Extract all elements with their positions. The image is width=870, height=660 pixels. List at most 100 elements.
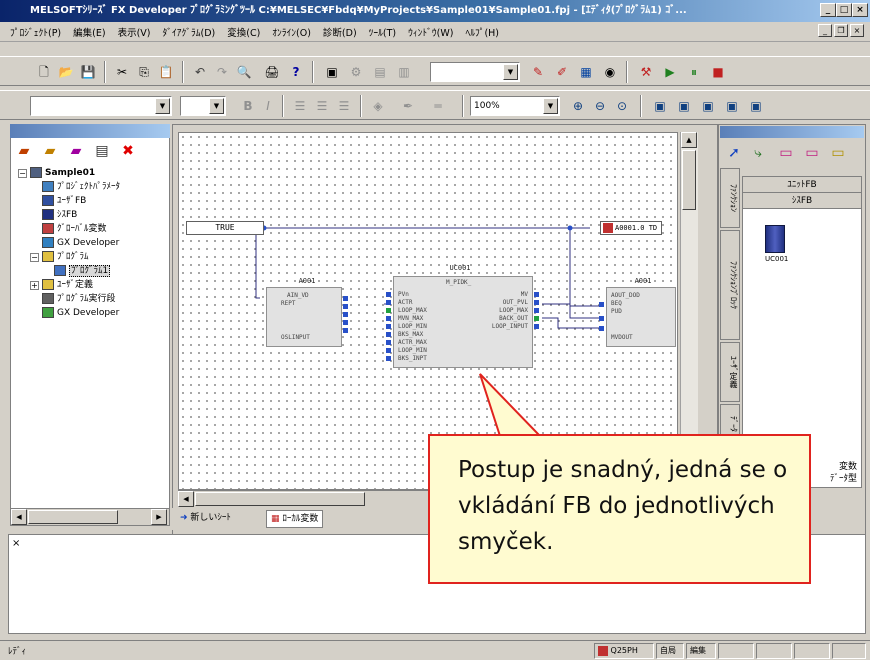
tree-item-gx-developer-2[interactable]: GX Developer (18, 306, 168, 320)
scroll-thumb[interactable] (28, 510, 118, 524)
redo-icon[interactable]: ↷ (212, 62, 232, 82)
align-left-icon[interactable]: ☰ (290, 96, 310, 116)
zoom-fit-icon[interactable]: ⊙ (612, 96, 632, 116)
collapse-icon[interactable]: − (18, 169, 27, 178)
device-combo[interactable]: ▼ (430, 62, 520, 82)
mdi-minimize-button[interactable]: _ (818, 24, 832, 37)
window-cascade-icon[interactable]: ▣ (674, 96, 694, 116)
scroll-thumb[interactable] (682, 150, 696, 210)
mdi-close-button[interactable]: × (850, 24, 864, 37)
verify-icon[interactable]: ▦ (576, 62, 596, 82)
scroll-up-icon[interactable]: ▲ (681, 132, 697, 148)
compile-icon[interactable]: ⚙ (346, 62, 366, 82)
menu-help[interactable]: ﾍﾙﾌﾟ(H) (459, 25, 505, 39)
tree-item-program-exec[interactable]: ﾌﾟﾛｸﾞﾗﾑ実行段 (18, 292, 168, 306)
tree-item-project-params[interactable]: ﾌﾟﾛｼﾞｪｸﾄﾊﾟﾗﾒｰﾀ (18, 180, 168, 194)
window-list-icon[interactable]: ▣ (746, 96, 766, 116)
step-icon[interactable]: ▥ (394, 62, 414, 82)
new-fb-icon[interactable]: ▰ (66, 141, 86, 161)
tab-user-defined[interactable]: ﾕｰｻﾞ定義 (720, 342, 740, 402)
line-style-icon[interactable]: ═ (428, 96, 448, 116)
delete-icon[interactable]: ✖ (118, 141, 138, 161)
read-plc-icon[interactable]: ✐ (552, 62, 572, 82)
tab-data-types[interactable]: ﾃﾞｰﾀ型 (830, 473, 857, 485)
menu-diagram[interactable]: ﾀﾞｲｱｸﾞﾗﾑ(D) (157, 25, 222, 39)
output-close-icon[interactable]: × (12, 538, 20, 549)
zoom-combo[interactable]: 100% ▼ (470, 96, 560, 116)
scroll-thumb[interactable] (195, 492, 365, 506)
save-icon[interactable]: 💾 (78, 62, 98, 82)
start-icon[interactable]: ▶ (660, 62, 680, 82)
menu-diagnostics[interactable]: 診断(D) (317, 25, 363, 39)
italic-icon[interactable]: I (258, 96, 278, 116)
insert-var-icon[interactable]: ▭ (802, 144, 822, 162)
font-size-combo[interactable]: ▼ (180, 96, 226, 116)
copy-icon[interactable]: ⎘ (134, 62, 154, 82)
cut-icon[interactable]: ✂ (112, 62, 132, 82)
fb-block-left[interactable]: AIN_VD REPT OSLINPUT (266, 287, 342, 347)
project-hscroll[interactable]: ◀ ▶ (11, 508, 169, 525)
mdi-restore-button[interactable]: ❐ (834, 24, 848, 37)
expand-icon[interactable]: + (30, 281, 39, 290)
insert-fb-icon[interactable]: ▭ (776, 144, 796, 162)
undo-icon[interactable]: ↶ (190, 62, 210, 82)
fill-color-icon[interactable]: ◈ (368, 96, 388, 116)
write-plc-icon[interactable]: ✎ (528, 62, 548, 82)
zoom-out-icon[interactable]: ⊖ (590, 96, 610, 116)
tree-item-user-fb[interactable]: ﾕｰｻﾞFB (18, 194, 168, 208)
insert-comment-icon[interactable]: ▭ (828, 144, 848, 162)
zoom-in-icon[interactable]: ⊕ (568, 96, 588, 116)
open-folder-icon[interactable]: 📂 (56, 62, 76, 82)
new-folder-icon[interactable]: ▰ (40, 141, 60, 161)
true-constant[interactable]: TRUE (186, 221, 264, 235)
window-split-icon[interactable]: ▣ (698, 96, 718, 116)
menu-project[interactable]: ﾌﾟﾛｼﾞｪｸﾄ(P) (4, 25, 67, 39)
font-combo[interactable]: ▼ (30, 96, 172, 116)
line-color-icon[interactable]: ✒ (398, 96, 418, 116)
output-variable[interactable]: A0001.0 TD (600, 221, 662, 235)
minimize-button[interactable]: _ (820, 3, 836, 17)
maximize-button[interactable]: □ (836, 3, 852, 17)
scroll-left-icon[interactable]: ◀ (11, 509, 27, 525)
tab-local-vars[interactable]: ▦ ﾛｰｶﾙ変数 (266, 510, 324, 528)
new-program-icon[interactable]: ▰ (14, 141, 34, 161)
find-icon[interactable]: 🔍 (234, 62, 254, 82)
tab-new-sheet[interactable]: ➜ 新しいｼｰﾄ (176, 510, 235, 528)
scroll-right-icon[interactable]: ▶ (151, 509, 167, 525)
collapse-icon[interactable]: − (30, 253, 39, 262)
build-icon[interactable]: ▤ (370, 62, 390, 82)
tab-variables[interactable]: 変数 (830, 461, 857, 473)
tree-item-user-defined[interactable]: + ﾕｰｻﾞ定義 (18, 278, 168, 292)
paste-icon[interactable]: 📋 (156, 62, 176, 82)
library-header-system-fb[interactable]: ｼｽFB (743, 193, 861, 209)
tree-item-system-fb[interactable]: ｼｽFB (18, 208, 168, 222)
align-right-icon[interactable]: ☰ (334, 96, 354, 116)
help-icon[interactable]: ? (286, 62, 306, 82)
monitor-icon[interactable]: ▣ (322, 62, 342, 82)
tree-root[interactable]: − Sample01 (18, 166, 168, 180)
tree-item-programs[interactable]: − ﾌﾟﾛｸﾞﾗﾑ (18, 250, 168, 264)
select-pointer-icon[interactable]: ➚ (724, 144, 744, 162)
menu-window[interactable]: ｳｨﾝﾄﾞｳ(W) (402, 25, 459, 39)
fb-block-middle[interactable]: M_PIDK_ PVn ACTR LOOP_MAX MVN_MAX LOOP_M… (393, 276, 533, 368)
menu-online[interactable]: ｵﾝﾗｲﾝ(O) (266, 25, 317, 39)
window-arrange-icon[interactable]: ▣ (722, 96, 742, 116)
pause-icon[interactable]: ⏸ (684, 62, 704, 82)
fb-block-right[interactable]: AOUT_DOD BEQ PUD MVDOUT (606, 287, 676, 347)
connect-wire-icon[interactable]: ⤷ (748, 144, 768, 162)
tree-item-program1[interactable]: ﾌﾟﾛｸﾞﾗﾑ1 (18, 264, 168, 278)
new-file-icon[interactable]: 🗋 (34, 62, 54, 82)
properties-icon[interactable]: ▤ (92, 141, 112, 161)
bold-icon[interactable]: B (238, 96, 258, 116)
tab-function-blocks[interactable]: ﾌｧﾝｸｼｮﾝﾌﾞﾛｯｸ (720, 230, 740, 340)
menu-edit[interactable]: 編集(E) (67, 25, 111, 39)
tools-icon[interactable]: ⚒ (636, 62, 656, 82)
tab-functions[interactable]: ﾌｧﾝｸｼｮﾝ (720, 168, 740, 228)
library-item-uc001[interactable]: UC001 (765, 225, 788, 263)
scroll-left-icon[interactable]: ◀ (178, 491, 194, 507)
stop-icon[interactable]: ■ (708, 62, 728, 82)
align-center-icon[interactable]: ☰ (312, 96, 332, 116)
menu-view[interactable]: 表示(V) (112, 25, 157, 39)
print-icon[interactable]: 🖨 (262, 62, 282, 82)
library-header-unit-fb[interactable]: ﾕﾆｯﾄFB (743, 177, 861, 193)
